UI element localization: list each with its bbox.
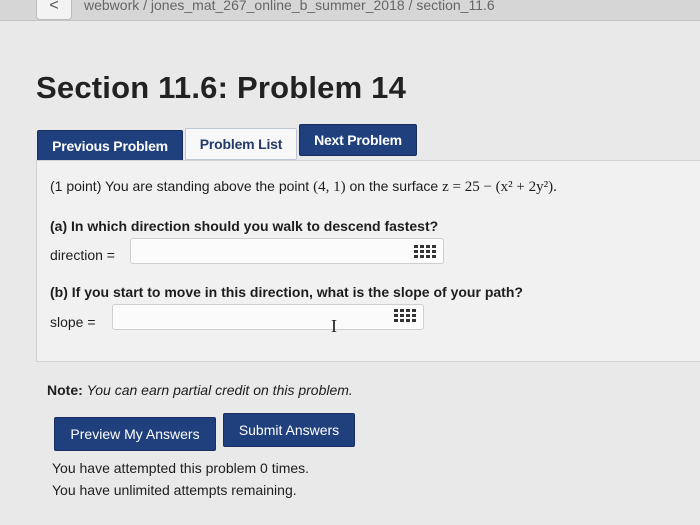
point: (4, 1) bbox=[313, 179, 346, 195]
problem-list-button[interactable]: Problem List bbox=[185, 128, 297, 160]
slope-label: slope = bbox=[50, 314, 96, 330]
browser-top-bar: < webwork / jones_mat_267_online_b_summe… bbox=[0, 0, 700, 21]
direction-input[interactable] bbox=[130, 238, 444, 264]
submit-answers-button[interactable]: Submit Answers bbox=[223, 413, 355, 447]
attempt-count: You have attempted this problem 0 times. bbox=[52, 460, 310, 476]
surface-equation: z = 25 − (x² + 2y²). bbox=[442, 179, 557, 195]
note-text: You can earn partial credit on this prob… bbox=[86, 382, 353, 398]
text-cursor-icon: I bbox=[331, 316, 337, 336]
intro-prefix: (1 point) You are standing above the poi… bbox=[50, 178, 310, 194]
partial-credit-note: Note: You can earn partial credit on thi… bbox=[47, 382, 353, 398]
preview-answers-button[interactable]: Preview My Answers bbox=[54, 417, 216, 451]
slope-input[interactable] bbox=[112, 304, 424, 330]
intro-middle: on the surface bbox=[349, 178, 439, 194]
chevron-left-icon: < bbox=[49, 0, 59, 14]
part-b-question: (b) If you start to move in this directi… bbox=[50, 284, 523, 300]
back-button[interactable]: < bbox=[36, 0, 72, 20]
direction-label: direction = bbox=[50, 247, 115, 263]
next-problem-button[interactable]: Next Problem bbox=[299, 124, 417, 156]
attempts-remaining: You have unlimited attempts remaining. bbox=[52, 482, 297, 498]
breadcrumb[interactable]: webwork / jones_mat_267_online_b_summer_… bbox=[84, 0, 495, 13]
part-a-question: (a) In which direction should you walk t… bbox=[50, 218, 439, 234]
equation-editor-icon[interactable] bbox=[412, 242, 436, 260]
previous-problem-button[interactable]: Previous Problem bbox=[37, 130, 183, 162]
note-label: Note: bbox=[47, 382, 83, 398]
problem-statement: (1 point) You are standing above the poi… bbox=[50, 178, 557, 196]
page-title: Section 11.6: Problem 14 bbox=[36, 70, 407, 105]
equation-editor-icon[interactable] bbox=[392, 306, 416, 324]
